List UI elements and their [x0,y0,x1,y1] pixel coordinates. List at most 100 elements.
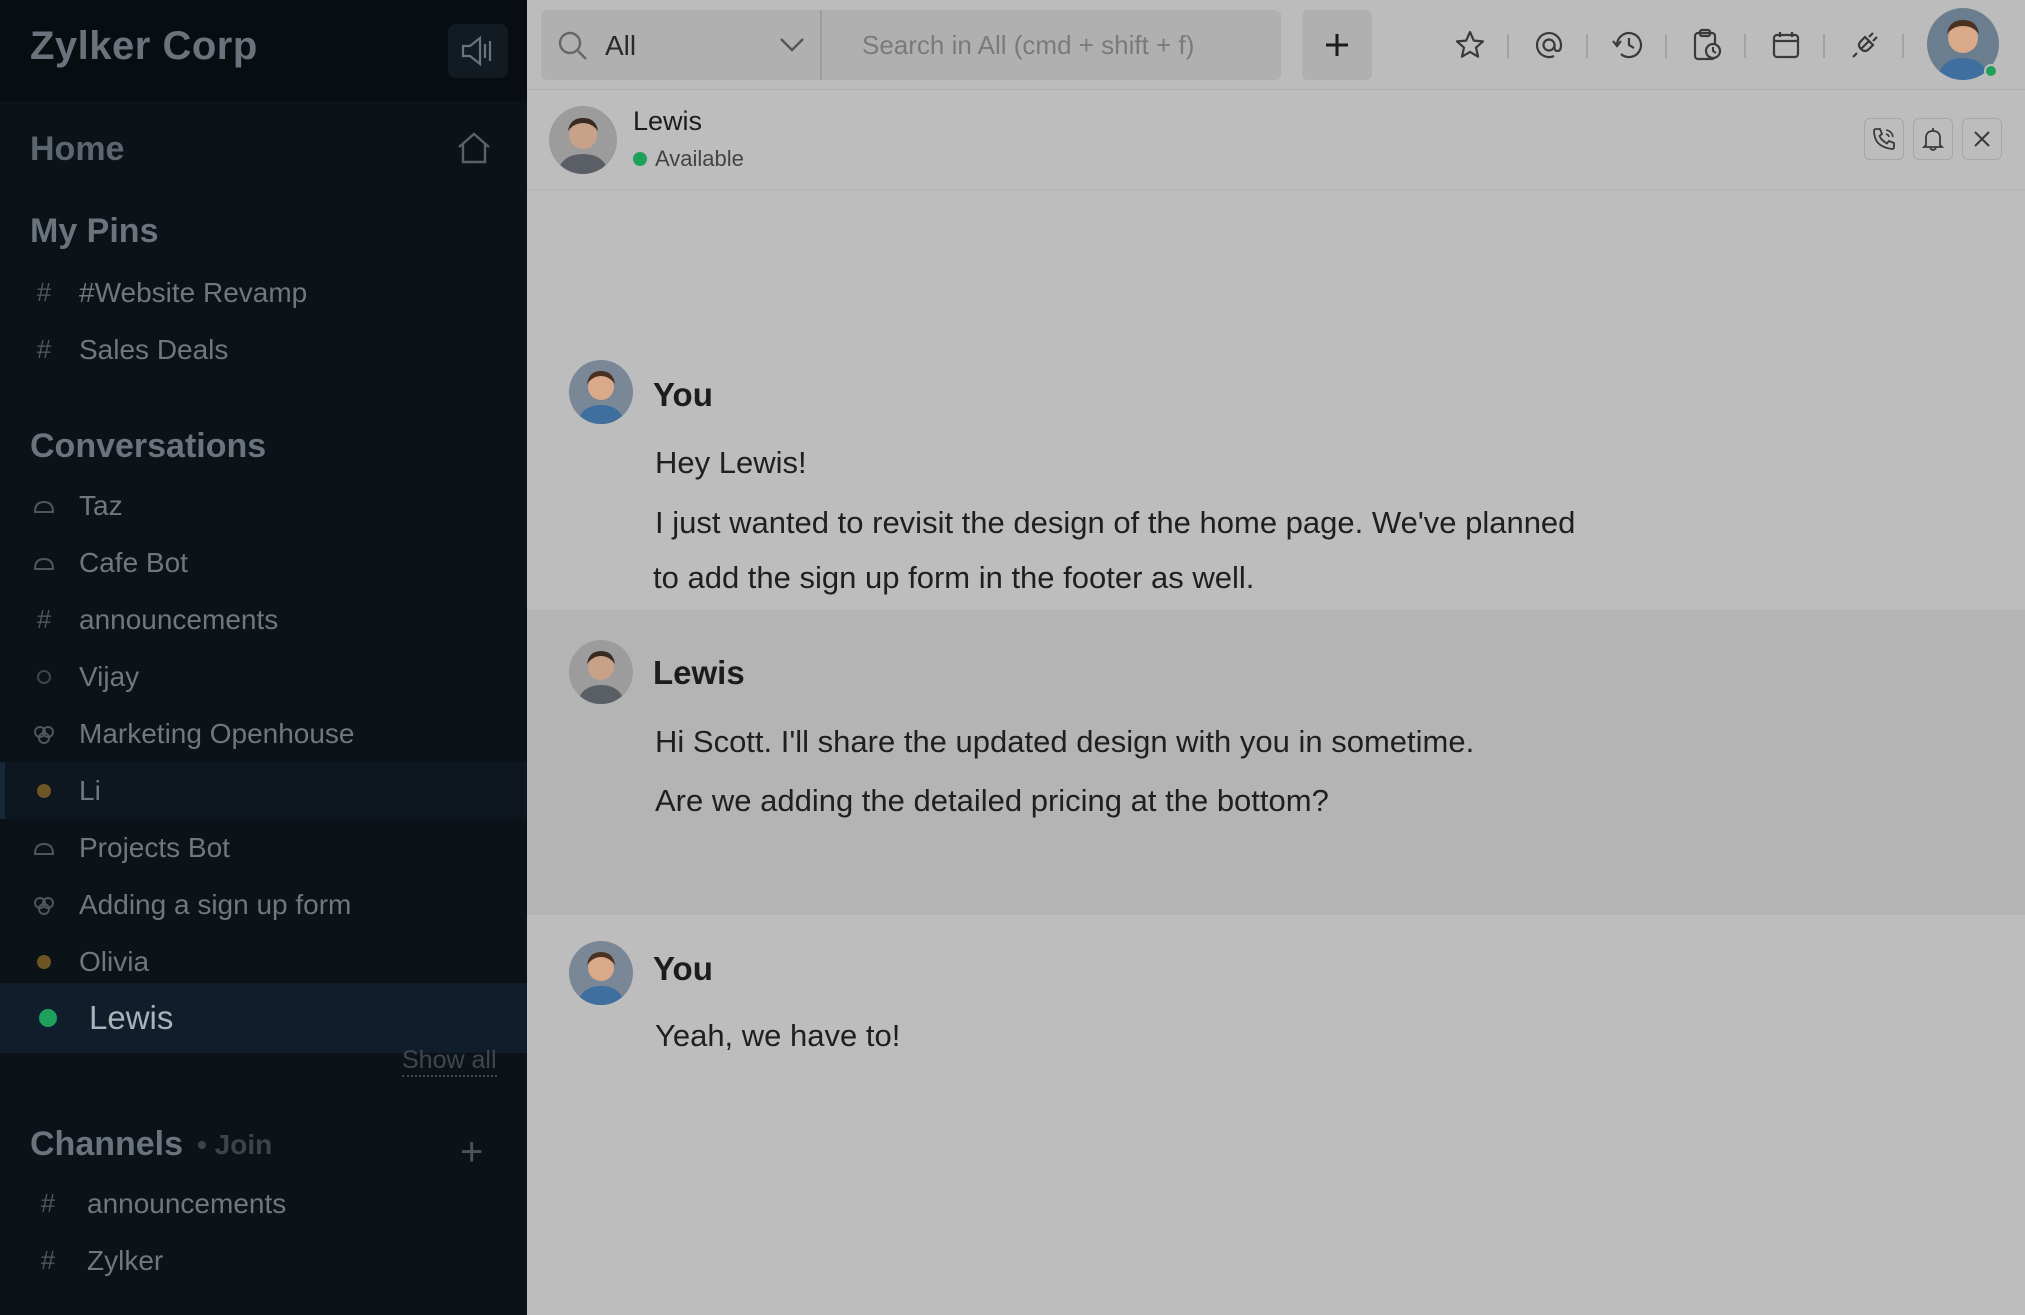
conversation-item-taz[interactable]: Taz [0,477,527,534]
clipboard-clock-icon [1693,28,1722,61]
bell-icon [1921,128,1945,151]
conversation-item-adding-sign-up-form[interactable]: Adding a sign up form [0,876,527,933]
conversation-label: Lewis [89,999,174,1036]
close-chat-button[interactable] [1962,118,2002,160]
new-item-button[interactable] [1302,10,1372,80]
search-input[interactable] [822,10,1281,80]
channels-join-link[interactable]: • Join [197,1129,272,1161]
chat-window: Lewis Available You Hey Lewis! I just wa… [527,90,2025,1315]
brand-row: Zylker Corp [0,0,527,101]
toolbar-divider [1665,34,1667,58]
search-scope-value: All [605,30,637,61]
hash-icon: # [36,277,52,307]
history-button[interactable] [1609,26,1647,64]
avatar-image [549,106,617,174]
bot-icon [33,819,55,876]
add-channel-icon[interactable]: + [460,1130,483,1175]
conversation-item-li[interactable]: Li [0,762,527,819]
away-status-icon [33,762,55,819]
toolbar-divider [1586,34,1588,58]
home-icon [458,132,490,164]
search-icon [558,31,587,60]
group-icon [33,705,55,762]
conversation-item-cafe-bot[interactable]: Cafe Bot [0,534,527,591]
channels-title: Channels [30,1125,184,1163]
message-text: Hi Scott. I'll share the updated design … [655,724,1475,759]
call-button[interactable] [1864,118,1904,160]
message-group: You Yeah, we have to! [527,915,2025,1095]
contact-avatar[interactable] [549,106,617,174]
pin-item-website-revamp[interactable]: # #Website Revamp [0,264,527,321]
conversation-label: Li [79,774,101,806]
sender-avatar[interactable] [569,360,633,424]
online-status-icon [633,152,647,166]
conversation-item-vijay[interactable]: Vijay [0,648,527,705]
toolbar-divider [1823,34,1825,58]
group-icon [33,876,55,933]
conversation-item-announcements[interactable]: # announcements [0,591,527,648]
hash-icon: # [40,1188,56,1218]
message-sender: You [653,376,713,413]
calendar-button[interactable] [1767,26,1805,64]
message-text: to add the sign up form in the footer as… [653,560,1255,595]
sidebar: Zylker Corp Home My Pins # #Website Reva… [0,0,527,1315]
message-text: I just wanted to revisit the design of t… [655,505,1576,540]
history-icon [1612,32,1643,59]
announcements-speaker-button[interactable] [448,24,508,78]
channel-item-zylker[interactable]: # Zylker [0,1232,527,1289]
conversation-item-lewis[interactable]: Lewis [0,983,527,1053]
conversation-label: Projects Bot [79,831,230,863]
conversations-title: Conversations [30,427,267,465]
message-text: Hey Lewis! [655,445,807,480]
message-sender: You [653,950,713,987]
star-icon [1455,30,1485,58]
my-pins-title: My Pins [30,212,159,250]
pin-label: #Website Revamp [79,276,308,308]
search-bar: All [541,10,1281,80]
channel-label: announcements [87,1187,287,1219]
pin-label: Sales Deals [79,333,229,365]
contact-name[interactable]: Lewis [633,106,702,137]
conversation-label: Olivia [79,945,150,977]
search-scope-dropdown[interactable]: All [541,10,822,80]
offline-status-icon [33,648,55,705]
plus-icon [1326,34,1348,56]
away-status-icon [33,933,55,990]
conversation-label: Marketing Openhouse [79,717,355,749]
notifications-button[interactable] [1913,118,1953,160]
pin-item-sales-deals[interactable]: # Sales Deals [0,321,527,378]
message-group: Lewis Hi Scott. I'll share the updated d… [527,610,2025,915]
integrations-button[interactable] [1846,26,1884,64]
org-name[interactable]: Zylker Corp [30,24,258,69]
home-nav[interactable]: Home [0,118,527,184]
calendar-icon [1772,32,1800,59]
conversation-label: Taz [79,489,123,521]
hash-icon: # [40,1245,56,1275]
channel-item-announcements[interactable]: # announcements [0,1175,527,1232]
plug-icon [1852,32,1878,58]
conversation-label: Vijay [79,660,140,692]
home-label: Home [30,130,125,168]
conversation-label: Adding a sign up form [79,888,352,920]
online-status-icon [37,990,59,1047]
online-status-icon [1984,64,1998,78]
starred-button[interactable] [1451,26,1489,64]
conversation-label: announcements [79,603,279,635]
at-icon [1535,32,1563,59]
toolbar-divider [1507,34,1509,58]
conversation-item-olivia[interactable]: Olivia [0,933,527,990]
message-sender: Lewis [653,654,745,691]
sender-avatar[interactable] [569,640,633,704]
conversation-item-projects-bot[interactable]: Projects Bot [0,819,527,876]
sender-avatar[interactable] [569,941,633,1005]
avatar-image [569,640,633,704]
message-text: Are we adding the detailed pricing at th… [655,783,1329,818]
show-all-link[interactable]: Show all [402,1046,497,1077]
hash-icon: # [36,604,52,634]
mentions-button[interactable] [1530,26,1568,64]
conversation-label: Cafe Bot [79,546,188,578]
bot-icon [33,477,55,534]
conversation-item-marketing-openhouse[interactable]: Marketing Openhouse [0,705,527,762]
toolbar-divider [1902,34,1904,58]
reminders-button[interactable] [1688,26,1726,64]
